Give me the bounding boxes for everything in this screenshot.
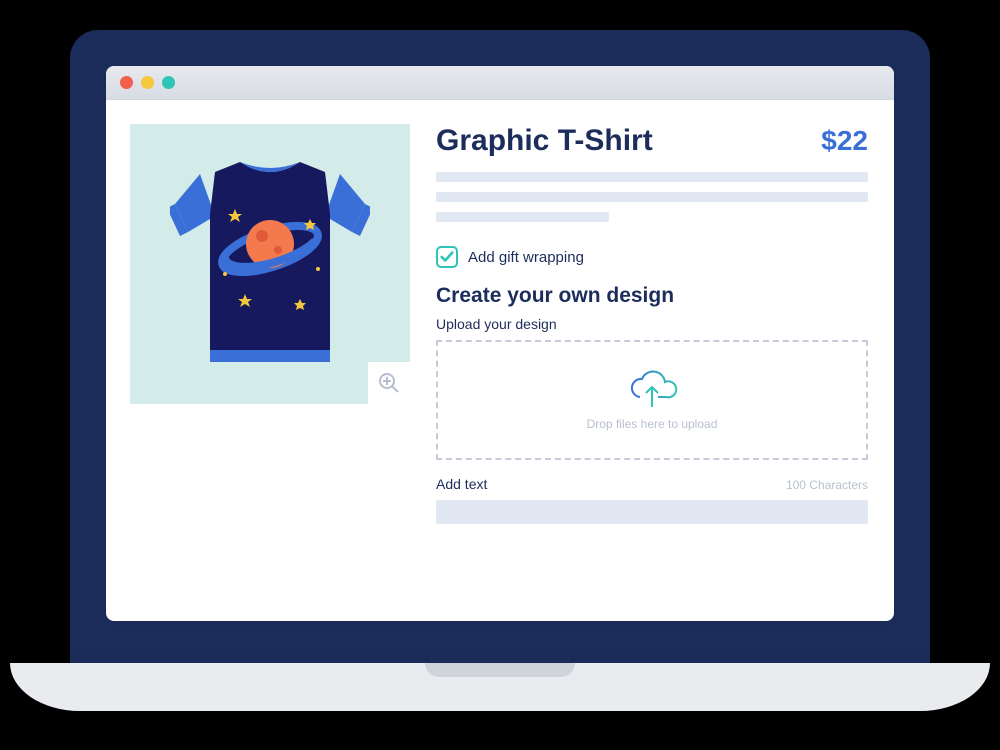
titlebar [106, 66, 894, 100]
design-section-title: Create your own design [436, 284, 868, 308]
content-area: Graphic T-Shirt $22 Add gift wrapping [106, 100, 894, 621]
laptop-frame: Graphic T-Shirt $22 Add gift wrapping [70, 30, 930, 711]
close-icon[interactable] [120, 76, 133, 89]
minimize-icon[interactable] [141, 76, 154, 89]
check-icon [440, 250, 454, 264]
description-placeholder [436, 172, 868, 182]
product-details: Graphic T-Shirt $22 Add gift wrapping [436, 124, 868, 597]
cloud-upload-icon [624, 369, 680, 409]
tshirt-graphic [170, 154, 370, 374]
gift-wrap-row: Add gift wrapping [436, 246, 868, 268]
dropzone-text: Drop files here to upload [587, 417, 718, 431]
upload-dropzone[interactable]: Drop files here to upload [436, 340, 868, 460]
product-title: Graphic T-Shirt [436, 124, 653, 158]
product-price: $22 [821, 125, 868, 157]
browser-window: Graphic T-Shirt $22 Add gift wrapping [106, 66, 894, 621]
add-text-input[interactable] [436, 500, 868, 524]
laptop-notch [425, 663, 575, 677]
gift-wrap-label: Add gift wrapping [468, 249, 584, 266]
screen-bezel: Graphic T-Shirt $22 Add gift wrapping [70, 30, 930, 663]
description-placeholder [436, 192, 868, 202]
title-row: Graphic T-Shirt $22 [436, 124, 868, 158]
maximize-icon[interactable] [162, 76, 175, 89]
gift-wrap-checkbox[interactable] [436, 246, 458, 268]
add-text-label: Add text [436, 476, 487, 492]
zoom-in-icon [377, 371, 401, 395]
add-text-row: Add text 100 Characters [436, 476, 868, 492]
product-image [130, 124, 410, 404]
description-placeholder [436, 212, 609, 222]
zoom-button[interactable] [368, 362, 410, 404]
laptop-base [10, 663, 990, 711]
upload-label: Upload your design [436, 316, 868, 332]
char-limit: 100 Characters [786, 478, 868, 492]
